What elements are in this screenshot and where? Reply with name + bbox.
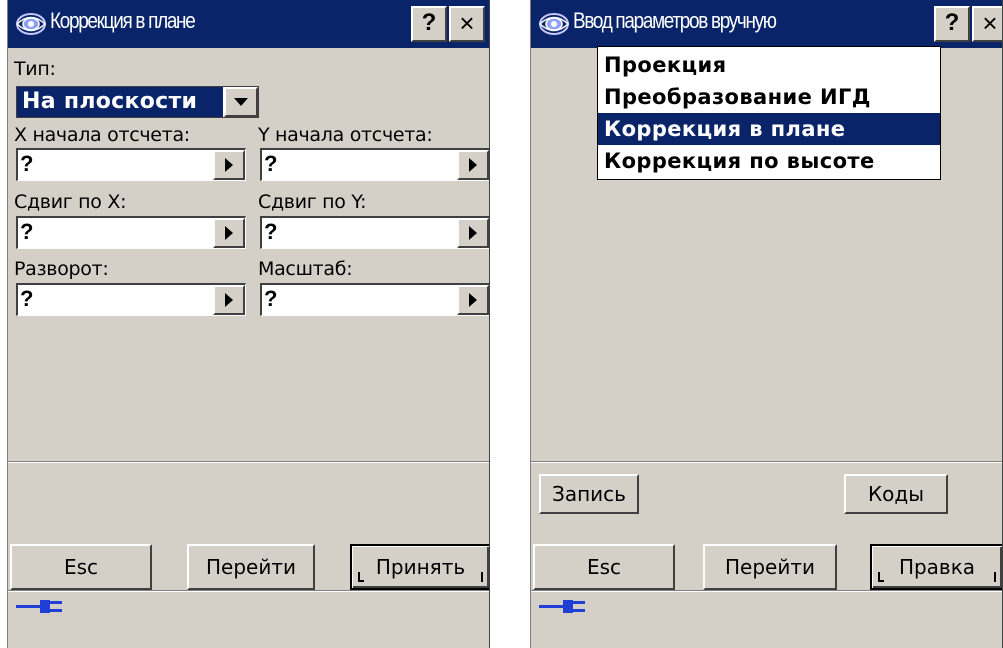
esc-button[interactable]: Esc: [10, 544, 152, 590]
menu-item-height-correction[interactable]: Коррекция по высоте: [598, 145, 940, 177]
edit-button[interactable]: Правка: [870, 544, 1002, 590]
title-bar: Коррекция в плане ? ×: [8, 0, 489, 48]
correction-window: Коррекция в плане ? × Тип: На плоскости …: [7, 0, 490, 648]
title-bar: Ввод параметров вручную ? ×: [531, 0, 1002, 48]
type-value: На плоскости: [17, 87, 223, 117]
window-title: Ввод параметров вручную: [573, 8, 777, 33]
shift-y-label: Сдвиг по Y:: [258, 191, 367, 213]
type-dropdown[interactable]: На плоскости: [16, 86, 259, 118]
arrow-right-icon[interactable]: [213, 218, 245, 248]
go-button[interactable]: Перейти: [187, 544, 315, 590]
y-origin-field[interactable]: ?: [260, 148, 489, 181]
app-logo-icon: [539, 13, 570, 35]
divider: [531, 461, 1002, 463]
arrow-right-icon[interactable]: [213, 285, 245, 315]
y-origin-label: Y начала отсчета:: [258, 124, 433, 146]
shift-x-label: Сдвиг по X:: [14, 191, 127, 213]
shift-x-field[interactable]: ?: [16, 216, 246, 249]
power-plug-icon: [16, 600, 62, 613]
param-type-menu: Проекция Преобразование ИГД Коррекция в …: [597, 46, 941, 180]
scale-label: Масштаб:: [258, 258, 353, 280]
record-button[interactable]: Запись: [539, 474, 639, 514]
scale-field[interactable]: ?: [260, 283, 489, 316]
manual-params-window: Ввод параметров вручную ? × Проекция Пре…: [530, 0, 1003, 648]
close-icon[interactable]: ×: [972, 6, 1002, 42]
arrow-right-icon[interactable]: [457, 285, 489, 315]
menu-item-plan-correction[interactable]: Коррекция в плане: [598, 113, 940, 145]
accept-button[interactable]: Принять: [350, 544, 489, 590]
window-title: Коррекция в плане: [50, 8, 196, 33]
arrow-right-icon[interactable]: [457, 150, 489, 180]
dropdown-arrow-icon[interactable]: [224, 87, 258, 117]
app-logo-icon: [16, 13, 47, 35]
type-label: Тип:: [14, 58, 56, 80]
x-origin-label: X начала отсчета:: [14, 124, 190, 146]
codes-button[interactable]: Коды: [844, 474, 948, 514]
close-icon[interactable]: ×: [449, 6, 485, 42]
rotation-field[interactable]: ?: [16, 283, 246, 316]
arrow-right-icon[interactable]: [213, 150, 245, 180]
status-divider: [531, 590, 1002, 592]
power-plug-icon: [539, 600, 585, 613]
shift-y-field[interactable]: ?: [260, 216, 489, 249]
esc-button[interactable]: Esc: [533, 544, 675, 590]
help-icon[interactable]: ?: [934, 6, 970, 42]
go-button[interactable]: Перейти: [703, 544, 837, 590]
arrow-right-icon[interactable]: [457, 218, 489, 248]
menu-item-igd-transform[interactable]: Преобразование ИГД: [598, 81, 940, 113]
x-origin-field[interactable]: ?: [16, 148, 246, 181]
menu-item-projection[interactable]: Проекция: [598, 49, 940, 81]
divider: [8, 461, 489, 463]
status-divider: [8, 590, 489, 592]
help-icon[interactable]: ?: [411, 6, 447, 42]
rotation-label: Разворот:: [14, 258, 109, 280]
